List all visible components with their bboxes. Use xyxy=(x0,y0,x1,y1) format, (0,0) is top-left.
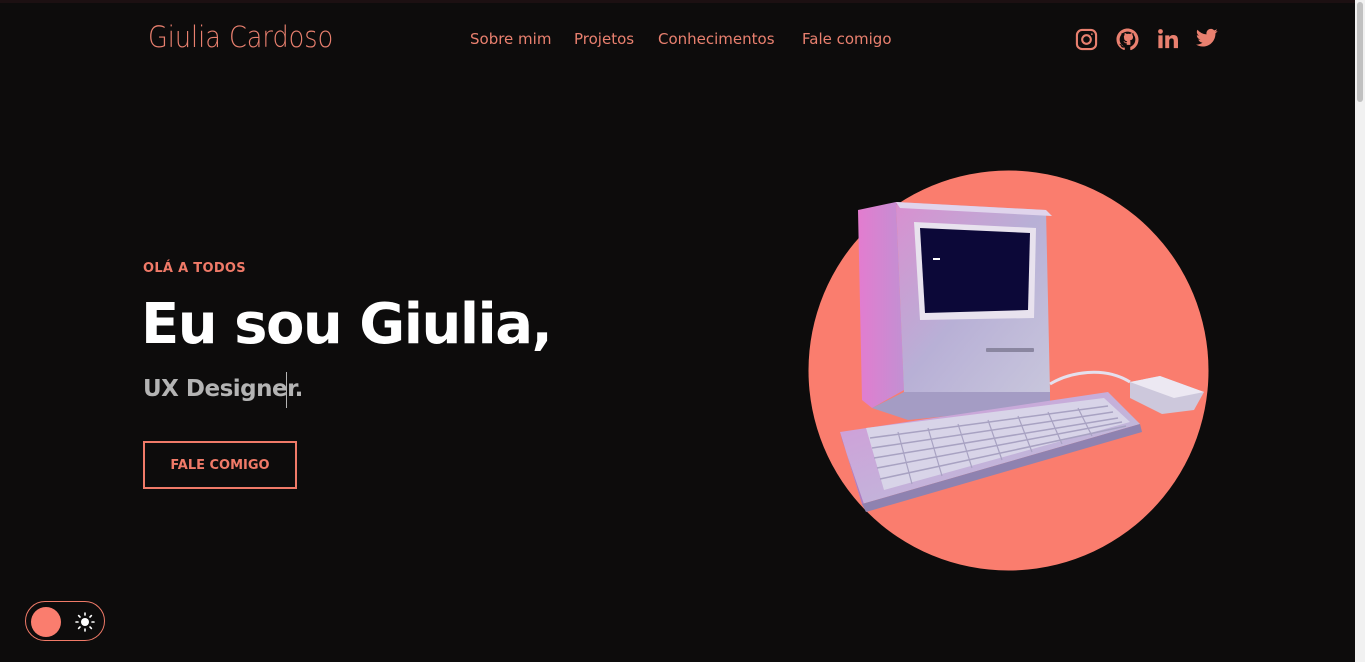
github-icon[interactable] xyxy=(1116,28,1139,51)
nav-item-sobre-mim[interactable]: Sobre mim xyxy=(470,30,551,48)
top-border xyxy=(0,0,1355,3)
sun-icon xyxy=(75,612,95,632)
instagram-icon[interactable] xyxy=(1075,28,1098,51)
nav-item-projetos[interactable]: Projetos xyxy=(574,30,634,48)
nav-item-fale-comigo[interactable]: Fale comigo xyxy=(802,30,892,48)
hero-illustration xyxy=(808,170,1209,571)
hero-title: Eu sou Giulia, xyxy=(141,292,553,357)
retro-computer-illustration xyxy=(808,170,1209,571)
nav-item-conhecimentos[interactable]: Conhecimentos xyxy=(658,30,775,48)
fale-comigo-button[interactable]: FALE COMIGO xyxy=(143,441,297,489)
typing-caret xyxy=(286,372,287,408)
hero-subtitle: UX Designer. xyxy=(143,376,303,402)
toggle-knob xyxy=(31,607,61,637)
linkedin-icon[interactable] xyxy=(1157,28,1179,50)
page-scrollbar[interactable] xyxy=(1355,0,1365,662)
hero-kicker: OLÁ A TODOS xyxy=(143,261,246,276)
twitter-icon[interactable] xyxy=(1196,28,1218,48)
scrollbar-thumb[interactable] xyxy=(1357,2,1363,102)
brand-logo[interactable]: Giulia Cardoso xyxy=(148,20,333,54)
theme-toggle[interactable] xyxy=(25,601,105,641)
